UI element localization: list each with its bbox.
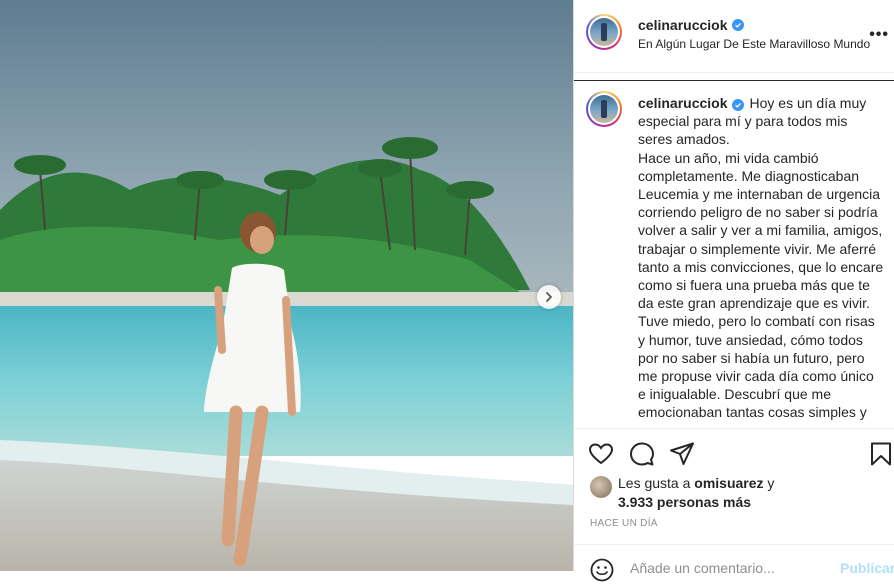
next-photo-button[interactable] xyxy=(537,285,561,309)
save-button[interactable] xyxy=(868,441,894,467)
comment-button[interactable] xyxy=(629,441,655,467)
emoji-icon[interactable] xyxy=(590,558,614,582)
beach-photo xyxy=(0,0,573,571)
avatar[interactable] xyxy=(586,91,622,127)
share-button[interactable] xyxy=(669,441,695,467)
post-side-panel: celinarucciok En Algún Lugar De Este Mar… xyxy=(573,0,894,582)
bookmark-icon xyxy=(871,442,891,466)
liker-username[interactable]: omisuarez xyxy=(694,475,763,491)
liker-avatar[interactable] xyxy=(590,476,612,498)
add-comment-bar: Publicar xyxy=(574,544,894,585)
post-photo[interactable] xyxy=(0,0,573,571)
post-header: celinarucciok En Algún Lugar De Este Mar… xyxy=(574,0,894,73)
comment-input[interactable] xyxy=(628,559,832,577)
avatar[interactable] xyxy=(586,14,622,50)
author-row: celinarucciok xyxy=(638,17,744,33)
comment-icon xyxy=(630,442,654,466)
likes-line: Les gusta a omisuarez y xyxy=(618,475,775,491)
heart-icon xyxy=(588,443,614,465)
more-options-icon[interactable]: ••• xyxy=(869,26,889,44)
verified-badge-icon xyxy=(731,19,744,31)
paper-plane-icon xyxy=(670,442,694,465)
chevron-right-icon xyxy=(546,292,552,302)
like-button[interactable] xyxy=(588,441,614,467)
caption-text: Hoy es un día muy especial para mí y par… xyxy=(638,95,884,421)
verified-badge-icon xyxy=(731,99,744,111)
username-link[interactable]: celinarucciok xyxy=(638,17,728,33)
location-link[interactable]: En Algún Lugar De Este Maravilloso Mundo xyxy=(638,37,870,51)
post-caption: celinarucciok Hoy es un día muy especial … xyxy=(638,94,884,422)
username-link[interactable]: celinarucciok xyxy=(638,95,728,111)
publish-button[interactable]: Publicar xyxy=(840,560,894,576)
likes-others-link[interactable]: 3.933 personas más xyxy=(618,493,751,512)
post-time[interactable]: HACE UN DÍA xyxy=(590,518,658,529)
comments-area[interactable]: celinarucciok Hoy es un día muy especial … xyxy=(574,80,894,427)
